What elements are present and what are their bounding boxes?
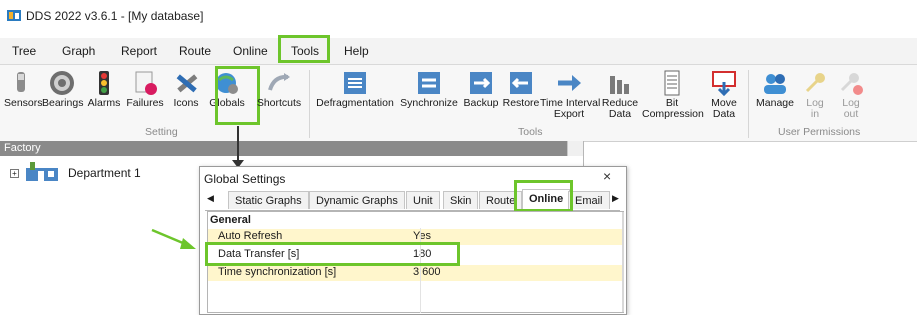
user-permissions-group-label: User Permissions xyxy=(778,126,861,138)
synchronize-icon xyxy=(418,72,440,94)
shortcuts-label: Shortcuts xyxy=(256,97,302,109)
bearings-button[interactable]: Bearings xyxy=(42,68,84,109)
backup-button[interactable]: Backup xyxy=(462,68,500,109)
tab-scroll-left-icon[interactable]: ◀ xyxy=(207,193,214,204)
restore-button[interactable]: Restore xyxy=(502,68,540,109)
backup-icon xyxy=(470,72,492,94)
log-in-button[interactable]: Log in xyxy=(800,68,830,120)
defragmentation-label: Defragmentation xyxy=(316,97,394,109)
tools-icon xyxy=(176,74,198,93)
tree-expand-toggle[interactable]: + xyxy=(10,169,19,178)
dialog-close-button[interactable]: × xyxy=(603,168,611,184)
tree-header xyxy=(0,141,580,156)
setting-value: 3 600 xyxy=(413,266,441,278)
alarms-button[interactable]: Alarms xyxy=(86,68,122,109)
tree-node-department[interactable]: Department 1 xyxy=(68,166,141,180)
ribbon-separator xyxy=(309,70,310,138)
manage-button[interactable]: Manage xyxy=(752,68,798,109)
users-icon xyxy=(764,74,786,94)
shortcuts-button[interactable]: Shortcuts xyxy=(252,68,306,109)
online-tab-highlight xyxy=(514,180,573,212)
alarms-label: Alarms xyxy=(87,97,121,109)
reduce-data-button[interactable]: Reduce Data xyxy=(600,68,640,120)
menu-help[interactable]: Help xyxy=(344,44,369,58)
app-icon xyxy=(7,10,21,21)
tab-skin[interactable]: Skin xyxy=(443,191,479,209)
compression-icon xyxy=(664,70,680,96)
manage-label: Manage xyxy=(756,97,794,109)
shortcut-arrow-icon xyxy=(268,73,290,91)
icons-button[interactable]: Icons xyxy=(168,68,204,109)
data-transfer-highlight xyxy=(205,242,460,266)
ribbon-separator xyxy=(748,70,749,138)
failures-button[interactable]: Failures xyxy=(124,68,166,109)
tools-menu-highlight xyxy=(278,35,330,63)
tab-unit[interactable]: Unit xyxy=(406,191,440,209)
time-interval-label-line2: Export xyxy=(553,108,585,120)
key-remove-icon xyxy=(840,73,863,95)
defragmentation-icon xyxy=(344,72,366,94)
setting-value: Yes xyxy=(413,230,431,242)
tree-header-title: Factory xyxy=(4,142,41,154)
failures-label: Failures xyxy=(126,97,164,109)
backup-label: Backup xyxy=(463,97,499,109)
tools-group-label: Tools xyxy=(518,126,543,138)
restore-label: Restore xyxy=(502,97,540,109)
log-out-label-line2: out xyxy=(843,108,859,120)
bearings-label: Bearings xyxy=(42,97,84,109)
sensors-button[interactable]: Sensors xyxy=(4,68,43,109)
grid-column-divider xyxy=(420,228,421,313)
settings-group-general: General xyxy=(210,214,251,226)
tab-scroll-right-icon[interactable]: ▶ xyxy=(612,193,619,204)
dialog-title: Global Settings xyxy=(204,172,286,186)
tab-static-graphs[interactable]: Static Graphs xyxy=(228,191,309,209)
bit-compression-label-line2: Compression xyxy=(642,108,704,120)
setting-row-time-sync[interactable]: Time synchronization [s] 3 600 xyxy=(208,265,624,281)
traffic-light-icon xyxy=(99,71,109,95)
time-interval-export-button[interactable]: Time Interval Export xyxy=(540,68,600,120)
move-data-label-line2: Data xyxy=(712,108,736,120)
log-in-label-line2: in xyxy=(810,108,820,120)
menu-report[interactable]: Report xyxy=(121,44,157,58)
window-title: DDS 2022 v3.6.1 - [My database] xyxy=(26,9,204,23)
setting-group-label: Setting xyxy=(145,126,178,138)
move-data-button[interactable]: Move Data xyxy=(704,68,744,120)
synchronize-button[interactable]: Synchronize xyxy=(398,68,460,109)
green-pointer-arrow xyxy=(151,228,196,249)
grid-scrollbar[interactable] xyxy=(622,212,624,312)
bit-compression-button[interactable]: Bit Compression xyxy=(642,68,704,120)
setting-key: Auto Refresh xyxy=(218,230,283,242)
export-arrow-icon xyxy=(558,75,581,91)
log-out-button[interactable]: Log out xyxy=(834,68,868,120)
tab-email[interactable]: Email xyxy=(568,191,610,209)
menu-route[interactable]: Route xyxy=(179,44,211,58)
menu-online[interactable]: Online xyxy=(233,44,268,58)
defragmentation-button[interactable]: Defragmentation xyxy=(312,68,398,109)
synchronize-label: Synchronize xyxy=(400,97,458,109)
restore-icon xyxy=(510,72,532,94)
menu-graph[interactable]: Graph xyxy=(62,44,95,58)
tab-dynamic-graphs[interactable]: Dynamic Graphs xyxy=(309,191,405,209)
move-data-icon xyxy=(712,71,736,97)
factory-building-icon xyxy=(26,162,58,181)
sensor-icon xyxy=(17,72,25,92)
tree-scroll-up-button[interactable] xyxy=(567,141,584,156)
reduce-data-label-line2: Data xyxy=(608,108,632,120)
menu-tree[interactable]: Tree xyxy=(12,44,36,58)
setting-key: Time synchronization [s] xyxy=(218,266,337,278)
failure-document-icon xyxy=(135,71,157,95)
icons-label: Icons xyxy=(173,97,199,109)
bearing-icon xyxy=(50,71,74,95)
sensors-label: Sensors xyxy=(4,97,43,109)
key-icon xyxy=(805,73,825,93)
reduce-data-icon xyxy=(610,76,629,94)
